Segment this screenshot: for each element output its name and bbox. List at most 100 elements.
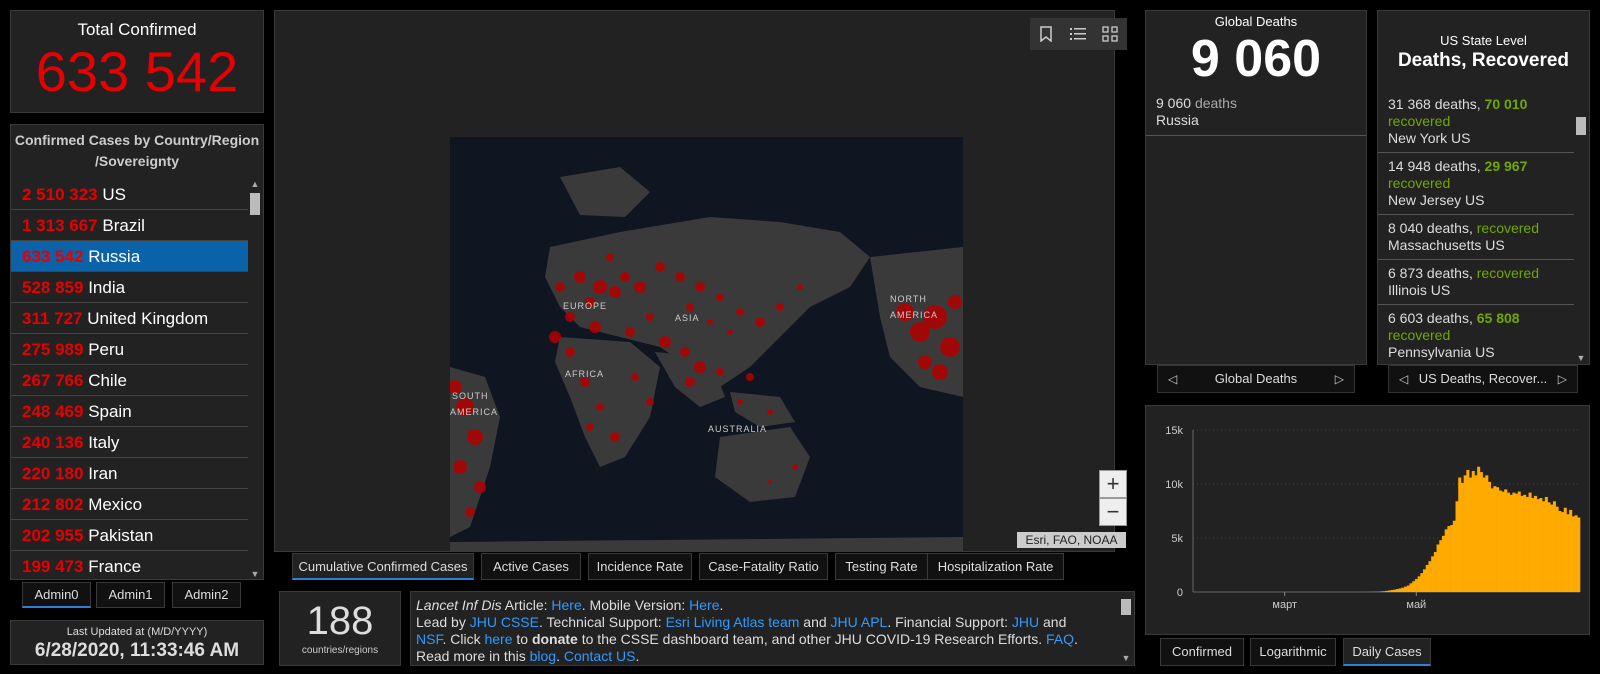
chart-bar[interactable] — [1571, 516, 1575, 592]
case-marker[interactable] — [467, 429, 483, 445]
tab-daily-cases[interactable]: Daily Cases — [1343, 638, 1431, 666]
link-jhu-csse[interactable]: JHU CSSE — [470, 614, 539, 630]
case-marker[interactable] — [685, 377, 695, 387]
country-list[interactable]: 2 510 323 US 1 313 667 Brazil 633 542 Russ… — [11, 179, 248, 581]
chart-bar[interactable] — [1555, 506, 1559, 592]
case-marker[interactable] — [736, 308, 744, 316]
chart-bar[interactable] — [1531, 498, 1535, 592]
case-marker[interactable] — [768, 480, 772, 484]
chart-bar[interactable] — [1387, 590, 1391, 592]
chart-bar[interactable] — [1544, 496, 1548, 592]
chart-bar[interactable] — [1447, 526, 1451, 592]
tab-admin0[interactable]: Admin0 — [22, 582, 91, 608]
chart-bar[interactable] — [1452, 520, 1456, 592]
link-jhu-apl[interactable]: JHU APL — [831, 614, 888, 630]
case-marker[interactable] — [465, 507, 475, 517]
chart-bar[interactable] — [1428, 561, 1432, 592]
chevron-left-icon[interactable]: ◁ — [1399, 366, 1408, 392]
link-blog[interactable]: blog — [530, 648, 556, 664]
link-contact[interactable]: Contact US — [564, 648, 636, 664]
zoom-in-button[interactable]: + — [1099, 470, 1127, 498]
chart-bar[interactable] — [1409, 583, 1413, 592]
case-marker[interactable] — [686, 303, 694, 311]
chart-bar[interactable] — [1509, 494, 1513, 592]
chart-bar[interactable] — [1444, 529, 1448, 592]
zoom-out-button[interactable]: − — [1099, 498, 1127, 526]
tab-cumulative-confirmed[interactable]: Cumulative Confirmed Cases — [292, 553, 474, 580]
chart-bar[interactable] — [1379, 591, 1383, 592]
chevron-left-icon[interactable]: ◁ — [1168, 366, 1177, 392]
country-row[interactable]: 202 955 Pakistan — [11, 520, 248, 551]
case-marker[interactable] — [609, 286, 621, 298]
case-marker[interactable] — [655, 262, 665, 272]
basemap-icon[interactable] — [1094, 18, 1126, 50]
country-row[interactable]: 528 859 India — [11, 272, 248, 303]
case-marker[interactable] — [716, 293, 724, 301]
info-scroll-thumb[interactable] — [1121, 599, 1131, 615]
case-marker[interactable] — [646, 398, 654, 406]
us-state-scrollbar[interactable]: ▼ — [1574, 91, 1588, 363]
case-marker[interactable] — [695, 282, 705, 292]
link-faq[interactable]: FAQ — [1046, 631, 1074, 647]
case-marker[interactable] — [565, 347, 575, 357]
chart-bar[interactable] — [1558, 511, 1562, 592]
bookmark-icon[interactable] — [1030, 18, 1062, 50]
tab-admin1[interactable]: Admin1 — [96, 582, 165, 608]
chart-bar[interactable] — [1417, 576, 1421, 592]
us-state-row[interactable]: 6 603 deaths, 65 808 recovered Pennsylvan… — [1378, 305, 1574, 361]
us-state-scroll-thumb[interactable] — [1576, 117, 1586, 135]
chart-bar[interactable] — [1466, 469, 1470, 592]
chart-bar[interactable] — [1550, 504, 1554, 592]
chart-bar[interactable] — [1395, 589, 1399, 592]
legend-icon[interactable] — [1062, 18, 1094, 50]
chart-bar[interactable] — [1563, 507, 1567, 592]
chart-bar[interactable] — [1425, 565, 1429, 592]
case-marker[interactable] — [631, 373, 639, 381]
chart-bar[interactable] — [1574, 515, 1578, 592]
country-row[interactable]: 267 766 Chile — [11, 365, 248, 396]
chart-bar[interactable] — [1487, 481, 1491, 592]
case-marker[interactable] — [948, 295, 962, 309]
case-marker[interactable] — [453, 460, 467, 474]
chart-bar[interactable] — [1439, 540, 1443, 592]
chart-bar[interactable] — [1469, 477, 1473, 592]
country-row[interactable]: 311 727 United Kingdom — [11, 303, 248, 334]
chart-bar[interactable] — [1520, 495, 1524, 592]
chart-bar[interactable] — [1412, 581, 1416, 592]
case-marker[interactable] — [625, 327, 635, 337]
chart-bar[interactable] — [1433, 552, 1437, 592]
country-list-scrollbar[interactable]: ▲ ▼ — [248, 179, 262, 579]
tab-logarithmic[interactable]: Logarithmic — [1250, 638, 1336, 666]
chart-bar[interactable] — [1479, 472, 1483, 592]
case-marker[interactable] — [474, 481, 486, 493]
country-row[interactable]: 212 802 Mexico — [11, 489, 248, 520]
link-mobile-here[interactable]: Here — [689, 597, 719, 613]
chart-bar[interactable] — [1385, 590, 1389, 592]
chart-bar[interactable] — [1533, 495, 1537, 592]
chevron-right-icon[interactable]: ▷ — [1558, 366, 1567, 392]
country-row[interactable]: 633 542 Russia — [11, 241, 248, 272]
chart-bar[interactable] — [1423, 569, 1427, 592]
case-marker[interactable] — [565, 312, 575, 322]
chart-bar[interactable] — [1471, 471, 1475, 592]
chart-bar[interactable] — [1536, 499, 1540, 592]
chart-bar[interactable] — [1477, 466, 1481, 592]
us-state-row[interactable]: 6 873 deaths, recovered Illinois US — [1378, 260, 1574, 305]
chart-bar[interactable] — [1398, 588, 1402, 592]
us-state-row[interactable]: 31 368 deaths, 70 010 recovered New York … — [1378, 91, 1574, 153]
chart-bar[interactable] — [1523, 494, 1527, 592]
us-state-row[interactable]: 14 948 deaths, 29 967 recovered New Jerse… — [1378, 153, 1574, 215]
chart-bar[interactable] — [1539, 498, 1543, 592]
link-esri[interactable]: Esri Living Atlas team — [666, 614, 800, 630]
chart-bar[interactable] — [1463, 475, 1467, 592]
case-marker[interactable] — [606, 253, 614, 261]
link-article-here[interactable]: Here — [551, 597, 581, 613]
country-row[interactable]: 220 180 Iran — [11, 458, 248, 489]
chart-bar[interactable] — [1431, 556, 1435, 592]
country-row[interactable]: 240 136 Italy — [11, 427, 248, 458]
info-scrollbar[interactable]: ▼ — [1119, 595, 1133, 663]
scroll-down-icon[interactable]: ▼ — [248, 569, 262, 579]
chart-bar[interactable] — [1501, 491, 1505, 592]
case-marker[interactable] — [727, 329, 733, 335]
chart-bar[interactable] — [1496, 487, 1500, 592]
